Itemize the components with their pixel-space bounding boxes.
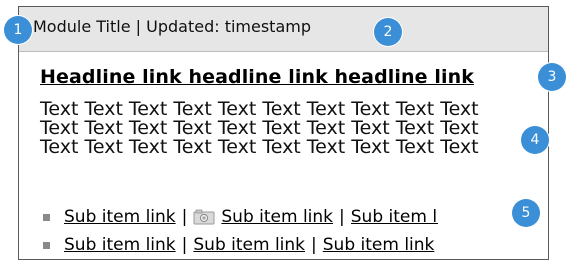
separator: | [181, 207, 188, 227]
separator: | [181, 235, 188, 255]
callout-marker-2: 2 [374, 18, 402, 46]
headline-link[interactable]: Headline link headline link headline lin… [40, 66, 474, 88]
sub-item-link[interactable]: Sub item li [351, 207, 438, 227]
sub-item-row: Sub item link | Sub item link | Sub item… [43, 231, 438, 259]
bullet-icon [43, 241, 50, 249]
callout-marker-4: 4 [521, 126, 549, 154]
callout-marker-1: 1 [4, 16, 32, 44]
sub-item-link[interactable]: Sub item link [64, 206, 176, 228]
callout-marker-5: 5 [512, 199, 540, 227]
sub-item-list: Sub item link | Sub item link | Sub item… [43, 203, 438, 259]
module-header: Module Title | Updated: timestamp [19, 7, 548, 52]
separator: | [311, 235, 317, 255]
module-title-and-timestamp: Module Title | Updated: timestamp [33, 17, 311, 36]
sub-item-link[interactable]: Sub item link [193, 234, 305, 256]
sub-item-row: Sub item link | Sub item link | Sub item… [43, 203, 438, 231]
body-text: Text Text Text Text Text Text Text Text … [40, 98, 479, 158]
sub-item-link[interactable]: Sub item link [64, 234, 176, 256]
sub-item-link[interactable]: Sub item link [221, 206, 333, 228]
separator: | [339, 207, 345, 227]
sub-item-clip: Sub item li [351, 206, 438, 228]
module-panel: Module Title | Updated: timestamp Headli… [18, 6, 549, 260]
bullet-icon [43, 213, 50, 221]
photo-icon [193, 209, 215, 225]
callout-marker-3: 3 [538, 63, 566, 91]
sub-item-link[interactable]: Sub item link [323, 234, 435, 256]
